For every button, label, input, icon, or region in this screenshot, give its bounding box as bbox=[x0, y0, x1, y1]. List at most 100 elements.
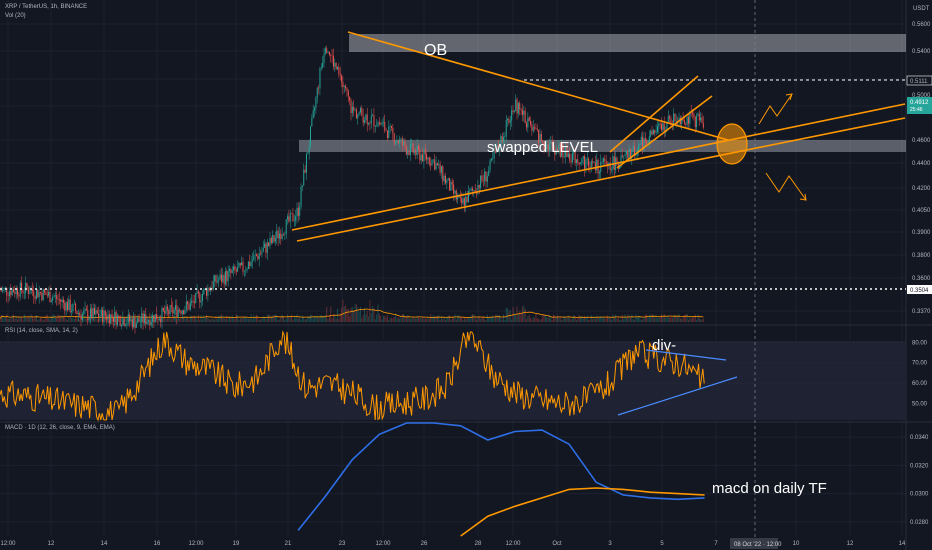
volume-bar bbox=[301, 315, 303, 322]
candle-body bbox=[242, 262, 244, 272]
volume-bar bbox=[397, 317, 399, 322]
volume-bar bbox=[349, 316, 351, 322]
macd-tick-label: 0.0280 bbox=[910, 520, 929, 526]
volume-bar bbox=[85, 318, 87, 322]
candle-body bbox=[399, 139, 401, 144]
candle-body bbox=[292, 213, 294, 222]
candle-body bbox=[593, 162, 595, 164]
volume-bar bbox=[214, 319, 216, 322]
volume-bar bbox=[35, 315, 37, 322]
volume-bar bbox=[682, 317, 684, 322]
candle-body bbox=[404, 141, 406, 148]
candle-body bbox=[61, 299, 63, 302]
volume-bar bbox=[605, 318, 607, 322]
candle-body bbox=[632, 146, 634, 152]
candle-body bbox=[258, 253, 260, 260]
volume-bar bbox=[588, 319, 590, 322]
candle-body bbox=[291, 212, 293, 214]
volume-bar bbox=[165, 318, 167, 322]
candle-body bbox=[185, 301, 187, 310]
volume-bar bbox=[470, 315, 472, 322]
volume-bar bbox=[261, 318, 263, 322]
candle-body bbox=[270, 238, 272, 243]
volume-bar bbox=[674, 314, 676, 322]
candle-body bbox=[531, 124, 533, 131]
volume-bar bbox=[631, 314, 633, 322]
candle-body bbox=[345, 85, 347, 88]
candle-body bbox=[432, 159, 434, 161]
candle-body bbox=[133, 317, 135, 328]
volume-bar bbox=[324, 314, 326, 322]
volume-bar bbox=[274, 314, 276, 322]
volume-bar bbox=[378, 313, 380, 322]
price-tick-label: 0.3900 bbox=[912, 230, 931, 236]
candle-body bbox=[229, 269, 230, 272]
candle-body bbox=[218, 279, 220, 282]
candle-body bbox=[137, 317, 139, 324]
candle-body bbox=[378, 122, 380, 124]
volume-bar bbox=[683, 314, 685, 322]
rsi-indicator-label: RSI (14, close, SMA, 14, 2) bbox=[5, 328, 78, 334]
volume-bar bbox=[125, 317, 127, 322]
swapped-level-zone[interactable] bbox=[299, 140, 906, 152]
candle-body bbox=[395, 141, 397, 144]
candle-body bbox=[69, 299, 71, 313]
candle-body bbox=[594, 162, 596, 171]
volume-bar bbox=[592, 319, 594, 322]
volume-bar bbox=[607, 315, 608, 322]
candle-body bbox=[512, 110, 514, 112]
candle-body bbox=[56, 295, 58, 300]
candle-body bbox=[108, 314, 110, 324]
volume-bar bbox=[22, 319, 24, 322]
candle-body bbox=[8, 291, 10, 296]
volume-bar bbox=[242, 317, 244, 322]
candle-body bbox=[377, 122, 379, 127]
candle-body bbox=[644, 138, 646, 141]
candle-body bbox=[638, 145, 640, 151]
volume-bar bbox=[594, 318, 596, 322]
candle-body bbox=[91, 308, 93, 319]
volume-bar bbox=[565, 318, 567, 322]
volume-bar bbox=[395, 314, 397, 322]
volume-bar bbox=[368, 316, 370, 322]
volume-bar bbox=[562, 319, 564, 322]
volume-bar bbox=[227, 319, 229, 322]
price-tick-label: 0.4050 bbox=[912, 208, 931, 214]
candle-body bbox=[304, 169, 306, 173]
volume-bar bbox=[7, 318, 9, 322]
volume-bar bbox=[546, 316, 548, 322]
candle-body bbox=[161, 307, 163, 323]
candle-body bbox=[42, 289, 44, 300]
candle-body bbox=[138, 317, 140, 322]
volume-bar bbox=[620, 319, 622, 322]
chart-canvas[interactable]: OB swapped LEVEL div- macd on daily TF 0… bbox=[0, 0, 932, 550]
volume-bar bbox=[38, 319, 40, 322]
volume-bar bbox=[364, 307, 365, 322]
candle-body bbox=[141, 313, 143, 322]
candle-body bbox=[160, 319, 162, 323]
candle-body bbox=[426, 154, 428, 160]
volume-bar bbox=[299, 316, 301, 322]
volume-bar bbox=[57, 314, 59, 322]
volume-bar bbox=[391, 318, 392, 322]
symbol-title: XRP / TetherUS, 1h, BINANCE bbox=[5, 4, 88, 10]
volume-bar bbox=[297, 318, 299, 322]
volume-bar bbox=[658, 317, 660, 322]
volume-bar bbox=[419, 317, 421, 322]
confluence-circle[interactable] bbox=[716, 123, 748, 165]
volume-bar bbox=[511, 319, 513, 322]
volume-bar bbox=[79, 319, 81, 322]
candle-body bbox=[278, 233, 280, 239]
candle-body bbox=[430, 164, 432, 166]
volume-bar bbox=[628, 315, 630, 322]
volume-bar bbox=[677, 316, 679, 322]
volume-bar bbox=[455, 319, 457, 322]
candle-body bbox=[492, 158, 494, 159]
volume-bar bbox=[365, 314, 367, 322]
volume-bar bbox=[488, 317, 490, 322]
volume-bar bbox=[420, 318, 422, 322]
candle-body bbox=[418, 145, 419, 150]
volume-bar bbox=[44, 319, 46, 322]
candle-body bbox=[473, 190, 475, 191]
volume-bar bbox=[156, 319, 158, 322]
